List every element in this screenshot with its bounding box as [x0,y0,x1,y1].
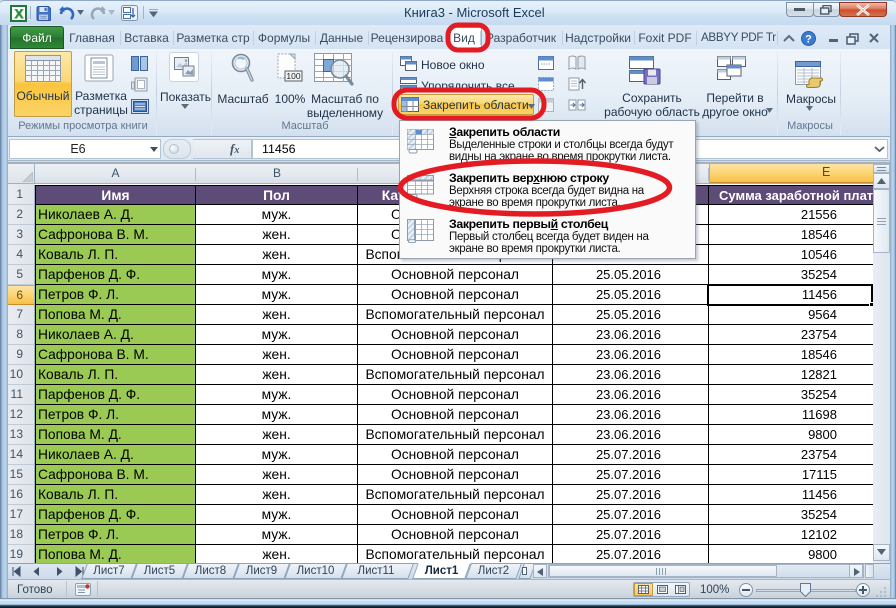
svg-text:X: X [15,6,25,22]
svg-text:100: 100 [286,71,300,81]
svg-text:?: ? [805,34,812,46]
